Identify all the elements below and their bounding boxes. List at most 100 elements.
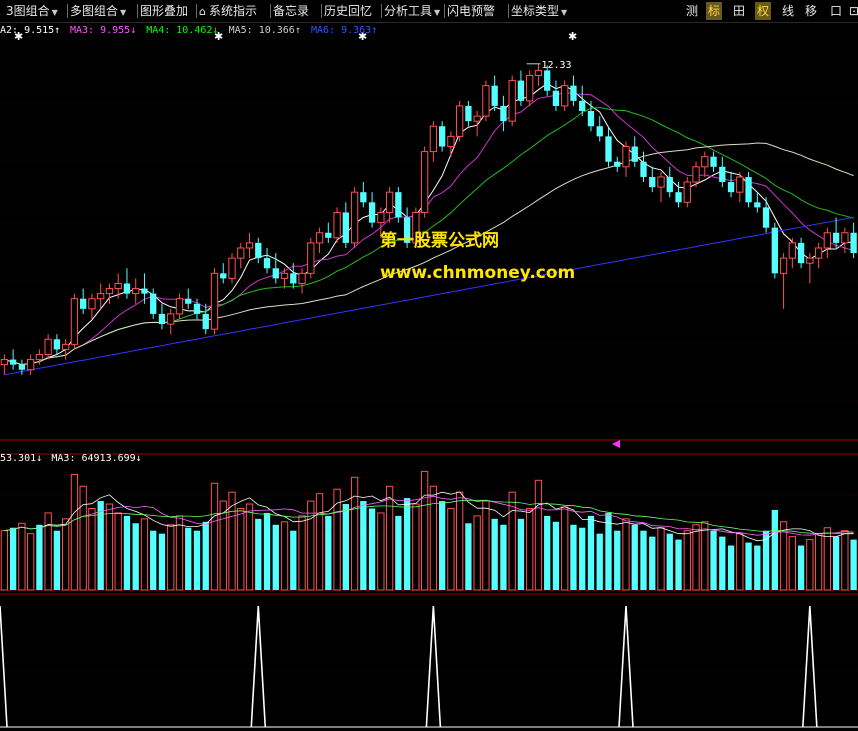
candle-up [508,80,516,122]
candle-up [377,211,385,224]
stock-chart: 12.33✱ ✱ ✱ ✱A2: 9.515↑ MA3: 9.955↓ MA4: 10.46… [0,25,858,728]
candle-down [797,242,805,264]
volume-bar [438,501,446,590]
candle-down [517,80,525,101]
volume-bar [719,536,726,590]
candle-down [193,303,201,314]
volume-bar [350,476,359,591]
candle-down [368,202,376,223]
expand-button[interactable]: ⊡ [846,2,858,20]
volume-bar [640,530,647,590]
candle-up [0,359,9,366]
system-indicator-button[interactable]: ⌂ 系统指示 [196,2,257,20]
volume-bar [631,524,638,590]
volume-bar [228,491,236,591]
candle-down [9,359,17,365]
volume-bar [140,518,149,591]
multi-combo-button[interactable]: 多图组合 ▼ [67,2,126,20]
volume-bar [255,518,262,590]
candle-down [360,192,367,203]
volume-bar [736,533,744,591]
candle-down [762,207,770,228]
flash-alert-button[interactable]: 闪电预警 [444,2,495,20]
ma-beige-line [4,142,854,366]
measure-button[interactable]: 测 [684,2,700,20]
combo-3-button[interactable]: 3图组合 ▼ [6,2,58,20]
volume-bar [561,506,569,591]
volume-bar [193,530,201,590]
watermark-url: www.chnmoney.com [380,263,575,283]
high-price-label: 12.33 [541,60,571,71]
candle-up [823,232,832,249]
candle-up [280,272,289,279]
candle-up [561,85,569,107]
line-button[interactable]: 线 [780,2,796,20]
volume-bar [710,530,717,590]
lock-icon: ⌂ [199,5,206,18]
history-button[interactable]: 历史回忆 [321,2,372,20]
volume-bar [788,536,796,591]
volume-bar [683,530,691,591]
candle-up [806,257,814,264]
volume-bar [158,533,166,590]
candle-up [132,288,140,295]
candle-up [429,125,438,153]
volume-bar [832,536,840,590]
candle-up [307,242,315,274]
candle-down [745,176,752,203]
candle-down [710,156,717,167]
volume-bar [814,533,823,591]
volume-bar [307,500,315,591]
volume-bar [701,521,709,591]
mark-button[interactable]: 标 [706,2,722,20]
ma-magenta-line [4,91,854,366]
candle-up [779,257,788,274]
volume-bar [420,470,429,591]
candle-up [455,105,464,137]
candle-up [315,232,324,244]
candle-down [342,212,349,243]
volume-legend-1: MA3: 64913.699↓ [51,453,141,464]
candle-down [53,339,61,350]
candle-down [491,85,498,106]
candle-up [88,298,96,310]
volume-ma-line-1 [4,495,854,536]
volume-bar [0,530,9,591]
volume-bar [185,527,192,590]
volume-bar [167,524,175,591]
volume-bar [622,518,630,591]
volume-bar [429,485,438,591]
candle-down [640,161,647,177]
candle-down [614,161,621,167]
volume-bar [114,512,122,591]
volume-bar [342,504,349,590]
candle-up [97,293,105,300]
volume-bar [797,545,805,590]
volume-bar [272,524,279,590]
candle-down [719,166,726,183]
grid-button[interactable]: 田 [731,2,747,20]
candle-down [605,136,612,162]
candle-up [167,313,175,325]
dropdown-arrow-icon: ▼ [51,8,58,17]
rights-button[interactable]: 权 [755,2,771,20]
overlay-button[interactable]: 图形叠加 [137,2,188,20]
candle-down [80,298,87,309]
volume-bar [79,485,87,591]
volume-bar [280,521,289,591]
memo-button[interactable]: 备忘录 [270,2,309,20]
volume-bar [36,524,43,590]
volume-bar [325,515,332,590]
analysis-tools-button[interactable]: 分析工具 ▼ [381,2,440,20]
window-button[interactable]: 口 [828,2,844,20]
candle-down [465,105,472,122]
volume-bar [150,530,157,590]
move-button[interactable]: 移 [803,2,819,20]
volume-bar [290,530,297,590]
axis-type-button[interactable]: 坐标类型 ▼ [508,2,567,20]
volume-bar [123,515,131,590]
candle-down [272,268,279,279]
volume-bar [727,545,735,590]
candle-up [237,247,245,259]
candle-up [105,288,114,295]
